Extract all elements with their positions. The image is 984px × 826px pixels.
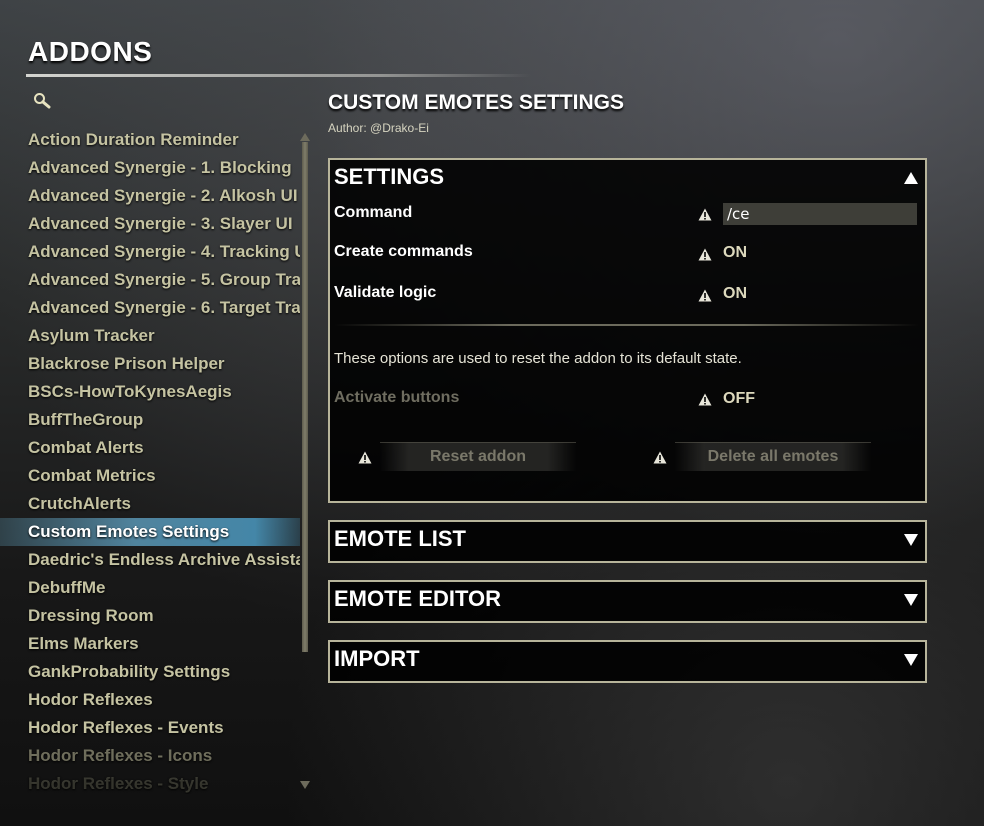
addon-list-item[interactable]: Elms Markers — [0, 630, 300, 658]
scroll-down-icon[interactable] — [298, 776, 312, 789]
addon-list-item[interactable]: Advanced Synergie - 6. Target Trac... — [0, 294, 300, 322]
expand-icon[interactable] — [903, 592, 919, 608]
addon-list-item[interactable]: Advanced Synergie - 3. Slayer UI — [0, 210, 300, 238]
scroll-up-icon[interactable] — [298, 128, 312, 141]
addon-list-item[interactable]: Daedric's Endless Archive Assistant — [0, 546, 300, 574]
create-commands-label: Create commands — [334, 243, 473, 260]
delete-all-emotes-button[interactable]: Delete all emotes — [675, 442, 871, 471]
settings-header[interactable]: SETTINGS — [334, 164, 444, 190]
expand-icon[interactable] — [903, 652, 919, 668]
warning-icon — [698, 393, 712, 406]
addon-list-item[interactable]: Advanced Synergie - 5. Group Trac... — [0, 266, 300, 294]
addon-list-item[interactable]: BuffTheGroup — [0, 406, 300, 434]
command-input[interactable]: /ce — [723, 203, 917, 225]
addon-list-item[interactable]: DebuffMe — [0, 574, 300, 602]
settings-panel: SETTINGS Command /ce Create commands ON … — [328, 158, 927, 503]
reset-description: These options are used to reset the addo… — [334, 350, 742, 367]
emote-list-header[interactable]: EMOTE LIST — [334, 526, 466, 552]
addon-list-item[interactable]: Dressing Room — [0, 602, 300, 630]
addon-list-item[interactable]: GankProbability Settings — [0, 658, 300, 686]
addon-list-item[interactable]: Combat Alerts — [0, 434, 300, 462]
warning-icon — [698, 248, 712, 261]
addon-list-scrollbar[interactable] — [298, 128, 312, 790]
addon-list-item[interactable]: CrutchAlerts — [0, 490, 300, 518]
search-icon[interactable] — [33, 92, 53, 112]
expand-icon[interactable] — [903, 532, 919, 548]
addon-list-item[interactable]: Advanced Synergie - 2. Alkosh UI — [0, 182, 300, 210]
addon-list-item[interactable]: Blackrose Prison Helper — [0, 350, 300, 378]
addon-list-item[interactable]: Hodor Reflexes - Style — [0, 770, 300, 794]
import-panel[interactable]: IMPORT — [328, 640, 927, 683]
emote-editor-panel[interactable]: EMOTE EDITOR — [328, 580, 927, 623]
addon-list-item[interactable]: Combat Metrics — [0, 462, 300, 490]
emote-editor-header[interactable]: EMOTE EDITOR — [334, 586, 501, 612]
addon-list-item[interactable]: Hodor Reflexes - Icons — [0, 742, 300, 770]
activate-buttons-toggle[interactable]: OFF — [723, 390, 755, 408]
warning-icon — [698, 208, 712, 221]
emote-list-panel[interactable]: EMOTE LIST — [328, 520, 927, 563]
addon-list-item[interactable]: Advanced Synergie - 4. Tracking UI — [0, 238, 300, 266]
validate-logic-label: Validate logic — [334, 284, 437, 301]
title-divider — [26, 74, 531, 77]
addon-author: Author: @Drako-Ei — [328, 121, 429, 135]
warning-icon — [358, 451, 372, 464]
addon-list-item[interactable]: Custom Emotes Settings — [0, 518, 300, 546]
addon-list-item[interactable]: Hodor Reflexes - Events — [0, 714, 300, 742]
reset-addon-button[interactable]: Reset addon — [380, 442, 576, 471]
scrollbar-thumb[interactable] — [302, 142, 308, 652]
addon-list-item[interactable]: BSCs-HowToKynesAegis — [0, 378, 300, 406]
addon-list-item[interactable]: Action Duration Reminder — [0, 126, 300, 154]
addon-title: CUSTOM EMOTES SETTINGS — [328, 91, 624, 114]
warning-icon — [653, 451, 667, 464]
import-header[interactable]: IMPORT — [334, 646, 420, 672]
section-divider — [334, 324, 919, 326]
page-title: ADDONS — [28, 36, 153, 67]
activate-buttons-label: Activate buttons — [334, 389, 460, 406]
command-label: Command — [334, 204, 413, 221]
validate-logic-toggle[interactable]: ON — [723, 285, 747, 303]
collapse-icon[interactable] — [903, 170, 919, 186]
addon-list-item[interactable]: Advanced Synergie - 1. Blocking — [0, 154, 300, 182]
addon-list: Action Duration Reminder Advanced Synergi… — [0, 126, 300, 794]
create-commands-toggle[interactable]: ON — [723, 244, 747, 262]
addon-list-item[interactable]: Asylum Tracker — [0, 322, 300, 350]
warning-icon — [698, 289, 712, 302]
addon-list-item[interactable]: Hodor Reflexes — [0, 686, 300, 714]
